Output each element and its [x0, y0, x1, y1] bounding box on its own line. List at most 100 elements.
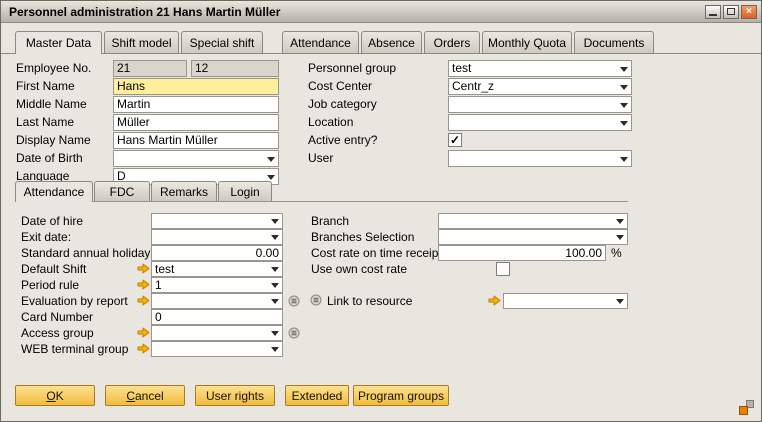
exit-date-label: Exit date:	[21, 229, 71, 246]
active-entry-checkbox[interactable]: ✓	[448, 133, 462, 147]
detail-icon[interactable]	[288, 295, 300, 307]
period-rule-label: Period rule	[21, 277, 79, 294]
tab-attendance[interactable]: Attendance	[282, 31, 359, 53]
title-bar: Personnel administration 21 Hans Martin …	[1, 1, 761, 23]
tab-strip-divider	[1, 53, 761, 54]
subtab-login[interactable]: Login	[218, 181, 272, 201]
extended-button[interactable]: Extended	[285, 385, 349, 406]
detail-icon[interactable]	[310, 294, 322, 306]
tab-documents[interactable]: Documents	[574, 31, 654, 53]
chevron-down-icon	[267, 157, 275, 162]
button-label: Program groups	[358, 389, 444, 403]
personnel-administration-window: Personnel administration 21 Hans Martin …	[0, 0, 762, 422]
default-shift-combo[interactable]: test	[151, 261, 283, 277]
last-name-label: Last Name	[16, 114, 74, 131]
first-name-field[interactable]: Hans	[113, 78, 279, 95]
branches-selection-combo[interactable]	[438, 229, 628, 245]
window-title: Personnel administration 21 Hans Martin …	[9, 5, 703, 19]
user-rights-button[interactable]: User rights	[195, 385, 275, 406]
tab-orders[interactable]: Orders	[424, 31, 480, 53]
date-of-birth-label: Date of Birth	[16, 150, 83, 167]
button-label: K	[56, 389, 64, 403]
detail-icon[interactable]	[288, 327, 300, 339]
button-label-accel: C	[126, 389, 135, 403]
ok-button[interactable]: OK	[15, 385, 95, 406]
subtab-label: Attendance	[24, 185, 85, 199]
subtab-label: Remarks	[160, 185, 208, 199]
chevron-down-icon	[616, 235, 624, 240]
web-terminal-group-combo[interactable]	[151, 341, 283, 357]
chevron-down-icon	[271, 235, 279, 240]
link-arrow-icon[interactable]	[137, 279, 150, 290]
job-category-combo[interactable]	[448, 96, 632, 113]
program-groups-button[interactable]: Program groups	[353, 385, 449, 406]
user-label: User	[308, 150, 333, 167]
tab-shift-model[interactable]: Shift model	[104, 31, 179, 53]
location-combo[interactable]	[448, 114, 632, 131]
restore-icon	[727, 8, 735, 15]
card-number-label: Card Number	[21, 309, 93, 326]
evaluation-by-report-label: Evaluation by report	[21, 293, 128, 310]
chevron-down-icon	[620, 85, 628, 90]
tab-label: Special shift	[190, 36, 255, 50]
display-name-field[interactable]: Hans Martin Müller	[113, 132, 279, 149]
button-label-accel: O	[46, 389, 55, 403]
branch-combo[interactable]	[438, 213, 628, 229]
check-icon: ✓	[450, 133, 460, 147]
standard-annual-holiday-field[interactable]: 0.00	[151, 245, 283, 261]
location-label: Location	[308, 114, 353, 131]
use-own-cost-rate-checkbox[interactable]	[496, 262, 510, 276]
display-name-label: Display Name	[16, 132, 91, 149]
date-of-hire-combo[interactable]	[151, 213, 283, 229]
chevron-down-icon	[620, 67, 628, 72]
chevron-down-icon	[620, 103, 628, 108]
cancel-button[interactable]: Cancel	[105, 385, 185, 406]
minimize-icon	[709, 14, 717, 16]
minimize-button[interactable]	[705, 5, 721, 19]
user-combo[interactable]	[448, 150, 632, 167]
date-of-hire-label: Date of hire	[21, 213, 83, 230]
access-group-combo[interactable]	[151, 325, 283, 341]
tab-special-shift[interactable]: Special shift	[181, 31, 263, 53]
active-entry-label: Active entry?	[308, 132, 377, 149]
use-own-cost-rate-label: Use own cost rate	[311, 261, 407, 278]
restore-button[interactable]	[723, 5, 739, 19]
middle-name-field[interactable]: Martin	[113, 96, 279, 113]
date-of-birth-combo[interactable]	[113, 150, 279, 167]
cost-rate-label: Cost rate on time receipt	[311, 245, 442, 262]
period-rule-combo[interactable]: 1	[151, 277, 283, 293]
combo-value: test	[155, 262, 266, 276]
link-arrow-icon[interactable]	[137, 327, 150, 338]
resize-grip-icon[interactable]	[739, 400, 754, 415]
employee-no-field-1: 21	[113, 60, 187, 77]
cost-rate-unit: %	[611, 245, 622, 262]
grip-orange-square	[739, 406, 748, 415]
exit-date-combo[interactable]	[151, 229, 283, 245]
personnel-group-combo[interactable]: test	[448, 60, 632, 77]
cost-center-combo[interactable]: Centr_z	[448, 78, 632, 95]
link-arrow-icon[interactable]	[137, 263, 150, 274]
subtab-label: Login	[230, 185, 259, 199]
card-number-field[interactable]: 0	[151, 309, 283, 325]
tab-monthly-quota[interactable]: Monthly Quota	[482, 31, 572, 53]
close-button[interactable]: ×	[741, 5, 757, 19]
button-label: User rights	[206, 389, 264, 403]
subtab-fdc[interactable]: FDC	[94, 181, 150, 201]
evaluation-by-report-combo[interactable]	[151, 293, 283, 309]
link-arrow-icon[interactable]	[137, 295, 150, 306]
tab-master-data[interactable]: Master Data	[15, 31, 102, 54]
chevron-down-icon	[271, 347, 279, 352]
link-arrow-icon[interactable]	[488, 295, 501, 306]
chevron-down-icon	[271, 331, 279, 336]
last-name-field[interactable]: Müller	[113, 114, 279, 131]
default-shift-label: Default Shift	[21, 261, 86, 278]
chevron-down-icon	[271, 267, 279, 272]
cost-rate-field[interactable]: 100.00	[438, 245, 606, 261]
tab-absence[interactable]: Absence	[361, 31, 422, 53]
tab-label: Master Data	[26, 36, 91, 50]
subtab-attendance[interactable]: Attendance	[15, 181, 93, 202]
link-to-resource-combo[interactable]	[503, 293, 628, 309]
subtab-remarks[interactable]: Remarks	[151, 181, 217, 201]
link-arrow-icon[interactable]	[137, 343, 150, 354]
personnel-group-label: Personnel group	[308, 60, 396, 77]
